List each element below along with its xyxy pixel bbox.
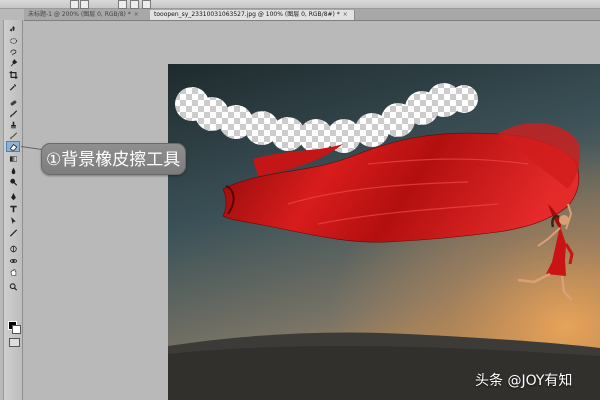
options-toggle[interactable] bbox=[70, 0, 79, 9]
document-tab-untitled[interactable]: 未标题-1 @ 200% (图层 0, RGB/8) * × bbox=[24, 10, 151, 20]
tab-label: tooopen_sy_233100310635​27.jpg @ 100% (图… bbox=[154, 11, 340, 18]
clone-stamp-icon[interactable] bbox=[7, 120, 19, 129]
options-bar bbox=[0, 0, 600, 9]
document-tab-photo[interactable]: tooopen_sy_233100310635​27.jpg @ 100% (图… bbox=[150, 10, 355, 20]
watermark: 头条 @JOY有知 bbox=[475, 370, 595, 392]
tools-panel bbox=[3, 20, 23, 400]
callout-text: ①背景橡皮擦工具 bbox=[46, 150, 181, 170]
gradient-icon[interactable] bbox=[7, 154, 19, 163]
photo-image bbox=[168, 64, 600, 400]
quick-select-icon[interactable] bbox=[7, 58, 19, 67]
path-select-icon[interactable] bbox=[7, 216, 19, 225]
document-tabbar: 未标题-1 @ 200% (图层 0, RGB/8) * × tooopen_sy… bbox=[24, 9, 600, 21]
options-toggle[interactable] bbox=[118, 0, 127, 9]
watermark-text: 头条 @JOY有知 bbox=[475, 373, 573, 389]
document-canvas[interactable] bbox=[168, 64, 600, 400]
line-icon[interactable] bbox=[7, 228, 19, 237]
close-icon[interactable]: × bbox=[343, 11, 348, 18]
move-icon[interactable] bbox=[7, 25, 19, 34]
blur-icon[interactable] bbox=[7, 166, 19, 175]
marquee-icon[interactable] bbox=[7, 36, 19, 45]
brush-icon[interactable] bbox=[7, 109, 19, 118]
pen-icon[interactable] bbox=[7, 192, 19, 201]
history-brush-icon[interactable] bbox=[7, 131, 19, 140]
eraser-icon[interactable] bbox=[6, 141, 20, 152]
eyedropper-icon[interactable] bbox=[7, 82, 19, 91]
annotation-callout: ①背景橡皮擦工具 bbox=[41, 143, 186, 175]
dodge-icon[interactable] bbox=[7, 177, 19, 186]
close-icon[interactable]: × bbox=[134, 11, 139, 18]
background-color-swatch[interactable] bbox=[12, 325, 21, 334]
tab-label: 未标题-1 @ 200% (图层 0, RGB/8) * bbox=[28, 11, 131, 18]
zoom-icon[interactable] bbox=[7, 282, 19, 291]
crop-icon[interactable] bbox=[7, 70, 19, 79]
options-toggle[interactable] bbox=[80, 0, 89, 9]
3d-rotate-icon[interactable] bbox=[7, 244, 19, 253]
quick-mask-button[interactable] bbox=[9, 338, 20, 347]
healing-brush-icon[interactable] bbox=[7, 98, 19, 107]
3d-orbit-icon[interactable] bbox=[7, 256, 19, 265]
hand-icon[interactable] bbox=[7, 268, 19, 277]
options-toggle[interactable] bbox=[142, 0, 151, 9]
options-toggle[interactable] bbox=[130, 0, 139, 9]
type-icon[interactable] bbox=[7, 204, 19, 213]
lasso-icon[interactable] bbox=[7, 47, 19, 56]
